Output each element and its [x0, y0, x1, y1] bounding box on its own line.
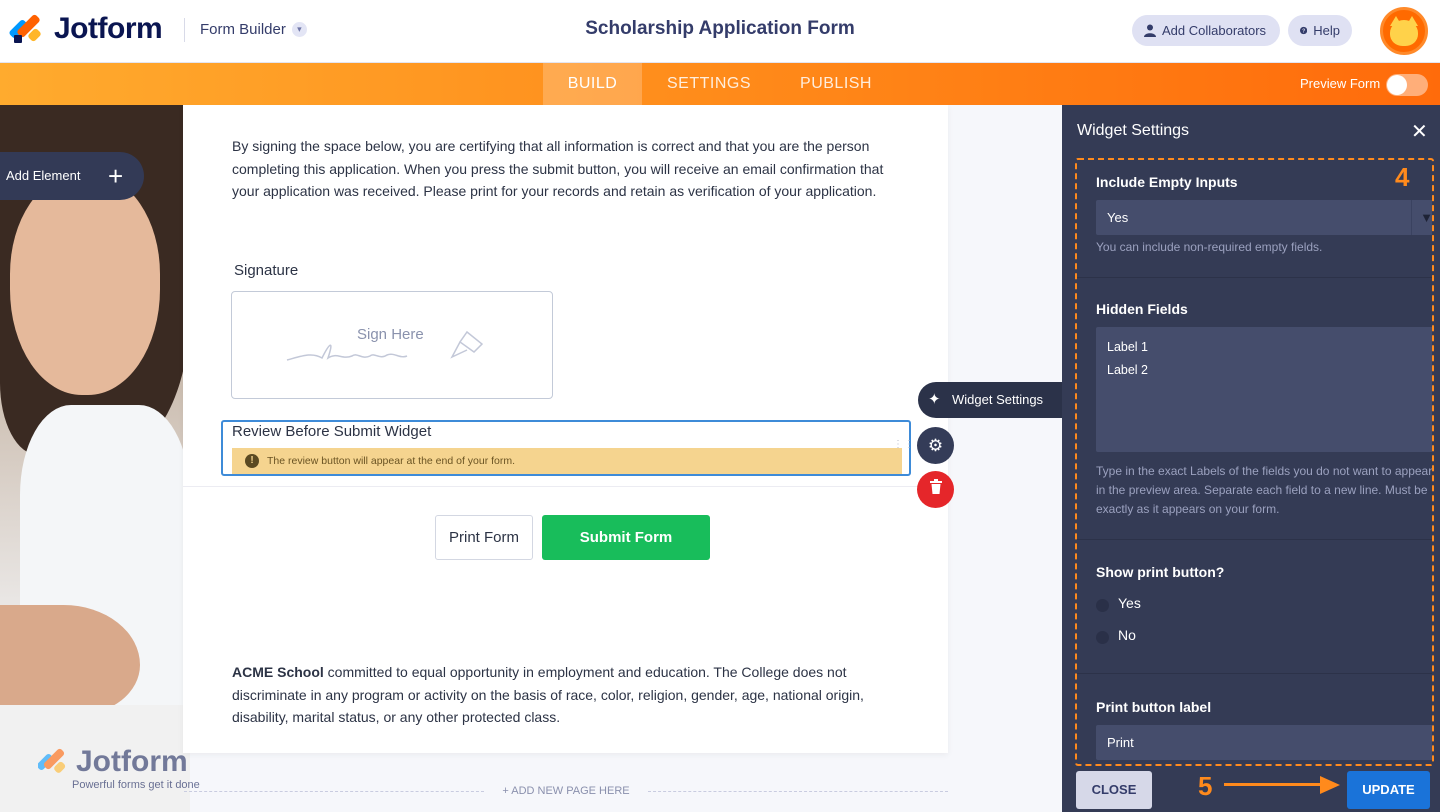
jotform-watermark: Jotform Powerful forms get it done [38, 745, 200, 791]
form-builder-label: Form Builder [200, 21, 286, 38]
help-icon: ? [1300, 26, 1308, 34]
watermark-tagline: Powerful forms get it done [72, 779, 200, 791]
form-title[interactable]: Scholarship Application Form [585, 18, 855, 39]
section-divider [1077, 277, 1432, 278]
tab-publish[interactable]: PUBLISH [786, 63, 886, 105]
trash-icon[interactable] [917, 471, 954, 508]
hidden-fields-label: Hidden Fields [1096, 301, 1188, 317]
chevron-down-icon: ▾ [291, 22, 307, 37]
section-divider [183, 486, 948, 487]
signature-pad[interactable]: Sign Here [231, 291, 553, 399]
form-page: By signing the space below, you are cert… [183, 105, 948, 753]
background-photo [0, 105, 190, 812]
review-note-text: The review button will appear at the end… [267, 455, 516, 467]
gear-icon[interactable]: ⚙ [917, 427, 954, 464]
widget-settings-button[interactable]: ✦ Widget Settings [918, 382, 1062, 418]
radio-label-no: No [1118, 626, 1136, 643]
signature-label[interactable]: Signature [234, 262, 298, 279]
svg-text:?: ? [1302, 28, 1305, 34]
close-icon[interactable]: ✕ [1411, 119, 1428, 144]
add-new-page-link[interactable]: + ADD NEW PAGE HERE [184, 785, 948, 797]
acme-school-name: ACME School [232, 664, 324, 680]
include-empty-inputs-select[interactable]: Yes ▼ [1096, 200, 1432, 235]
tab-settings[interactable]: SETTINGS [652, 63, 766, 105]
widget-settings-pill-label: Widget Settings [952, 392, 1044, 407]
builder-nav: BUILD SETTINGS PUBLISH Preview Form [0, 63, 1440, 105]
sign-here-placeholder: Sign Here [357, 326, 424, 343]
header-divider [184, 18, 185, 42]
section-divider [1077, 673, 1432, 674]
plus-icon: + [108, 161, 124, 191]
toggle-knob [1387, 75, 1407, 95]
certification-text[interactable]: By signing the space below, you are cert… [232, 135, 892, 203]
radio-button[interactable] [1096, 599, 1109, 612]
equal-opportunity-text[interactable]: ACME School committed to equal opportuni… [232, 661, 902, 729]
jotform-watermark-icon [38, 748, 66, 773]
add-collaborators-button[interactable]: Add Collaborators [1132, 15, 1280, 46]
callout-number-5: 5 [1198, 771, 1213, 801]
show-print-yes-option[interactable]: Yes [1096, 593, 1141, 612]
help-label: Help [1313, 23, 1340, 38]
close-button[interactable]: CLOSE [1076, 771, 1152, 809]
dropdown-arrow-icon: ▼ [1411, 200, 1432, 235]
warning-icon: ! [245, 454, 259, 468]
user-icon [1144, 24, 1156, 37]
drag-handle-icon[interactable]: ⋮⋮ [893, 440, 914, 456]
radio-button[interactable] [1096, 631, 1109, 644]
callout-arrow-head [1320, 776, 1340, 794]
include-empty-inputs-label: Include Empty Inputs [1096, 174, 1238, 190]
help-button[interactable]: ? Help [1288, 15, 1352, 46]
logo-text: Jotform [54, 12, 163, 45]
tab-build[interactable]: BUILD [543, 63, 642, 105]
show-print-button-label: Show print button? [1096, 564, 1225, 580]
section-divider [1077, 539, 1432, 540]
watermark-logo-text: Jotform [76, 745, 188, 778]
print-button-label-input[interactable]: Print [1096, 725, 1432, 760]
acme-statement: committed to equal opportunity in employ… [232, 664, 864, 725]
review-widget-title: Review Before Submit Widget [232, 423, 432, 440]
hidden-field-line: Label 2 [1107, 362, 1149, 377]
show-print-no-option[interactable]: No [1096, 625, 1136, 644]
print-button-label-label: Print button label [1096, 699, 1212, 715]
update-button[interactable]: UPDATE [1347, 771, 1430, 809]
hidden-fields-textarea[interactable]: Label 1 Label 2 [1096, 327, 1432, 452]
magic-wand-icon: ✦ [928, 391, 941, 408]
hidden-field-line: Label 1 [1107, 340, 1149, 354]
include-empty-help: You can include non-required empty field… [1096, 240, 1323, 254]
preview-form-label: Preview Form [1300, 76, 1381, 91]
submit-form-button[interactable]: Submit Form [542, 515, 710, 560]
preview-form-toggle[interactable] [1386, 74, 1428, 96]
callout-arrow [1224, 783, 1324, 786]
jotform-logo-icon [8, 13, 42, 45]
callout-number-4: 4 [1395, 162, 1410, 192]
add-element-label: Add Element [6, 168, 81, 183]
user-avatar[interactable] [1380, 7, 1428, 55]
radio-label-yes: Yes [1118, 594, 1141, 611]
review-widget-note: ! The review button will appear at the e… [232, 448, 902, 474]
add-collaborators-label: Add Collaborators [1162, 23, 1267, 38]
include-empty-inputs-value: Yes [1107, 210, 1129, 225]
review-before-submit-widget[interactable]: Review Before Submit Widget ! The review… [221, 420, 914, 476]
panel-title: Widget Settings [1077, 122, 1190, 139]
widget-settings-panel: Widget Settings ✕ Include Empty Inputs Y… [1062, 105, 1440, 812]
add-element-button[interactable]: Add Element + [0, 152, 144, 200]
print-form-button[interactable]: Print Form [435, 515, 533, 560]
form-canvas: By signing the space below, you are cert… [0, 105, 1062, 812]
settings-highlight-box: Include Empty Inputs Yes ▼ You can inclu… [1075, 158, 1434, 766]
hidden-fields-help: Type in the exact Labels of the fields y… [1096, 464, 1433, 516]
top-header: Jotform Form Builder ▾ Scholarship Appli… [0, 0, 1440, 63]
jotform-logo[interactable]: Jotform [8, 12, 163, 46]
form-builder-dropdown[interactable]: Form Builder ▾ [200, 21, 307, 38]
